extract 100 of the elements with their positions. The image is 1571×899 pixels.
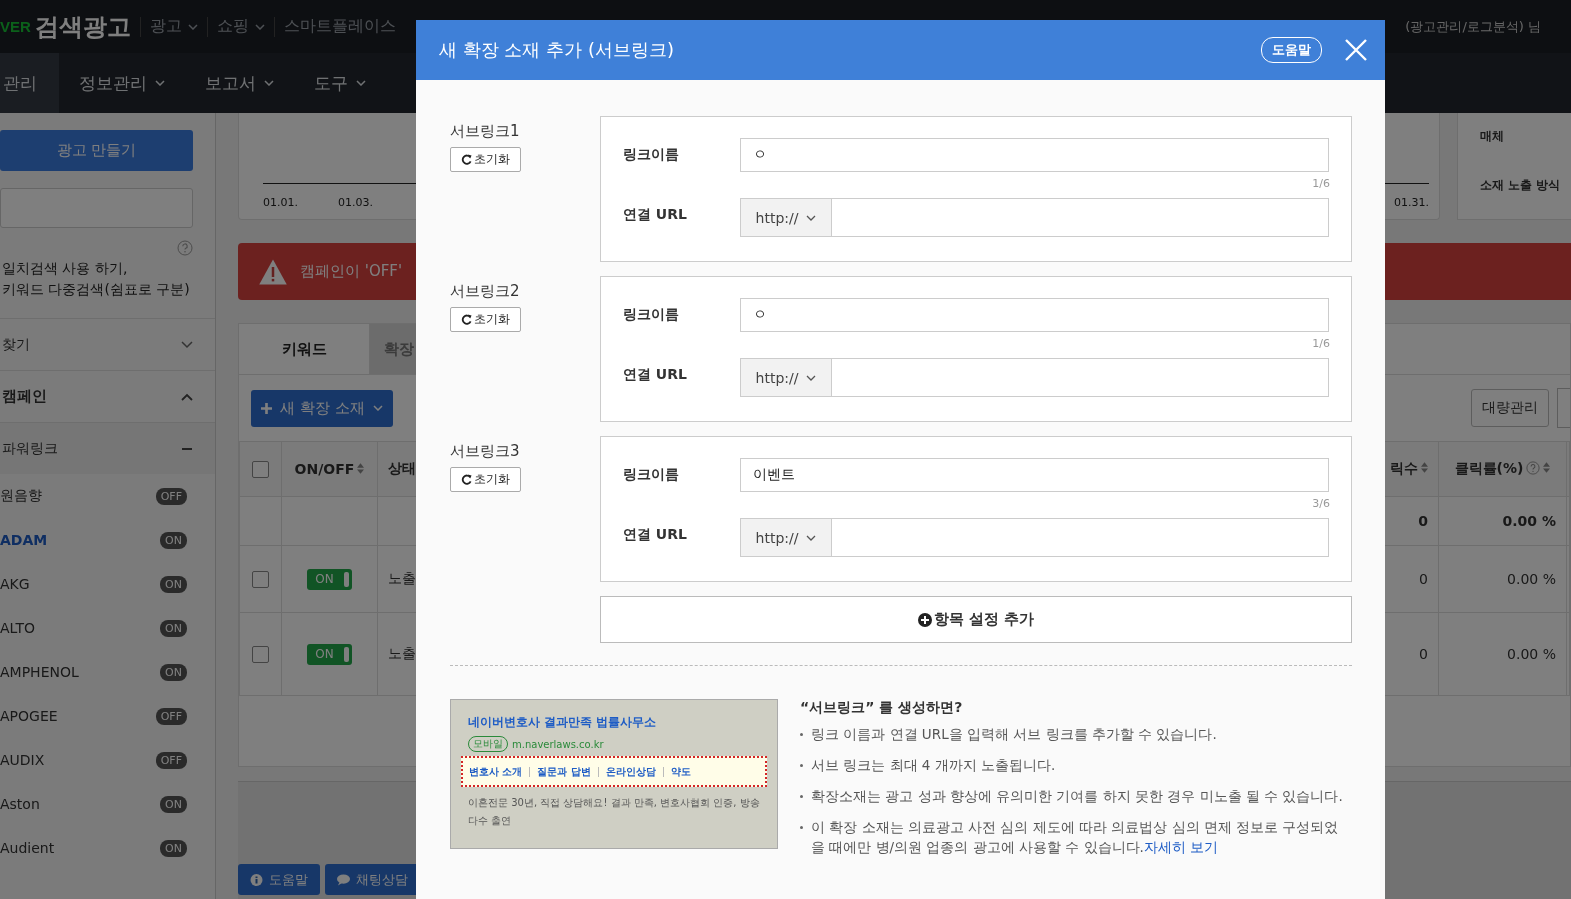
top-menu-item[interactable]: 스마트플레이스 [283,16,396,37]
help-title: “서브링크” 를 생성하면? [800,699,964,717]
campaign-item[interactable]: AMPHENOL ON [0,650,215,694]
character-counter: 1/6 [1312,337,1330,350]
warning-icon [258,257,288,286]
add-item-button[interactable]: 항목 설정 추가 [600,596,1352,643]
campaign-item[interactable]: Audient ON [0,826,215,870]
field-label: 링크이름 [623,305,680,324]
chevron-down-icon [806,534,817,541]
input-field[interactable]: ㅇ [740,138,1329,172]
chevron-down-icon [806,374,817,381]
new-extension-button[interactable]: 새 확장 소재 [251,389,393,427]
status-badge: ON [160,619,187,637]
bullet-dot [800,733,803,736]
chevron-down-icon [356,80,366,86]
protocol-dropdown[interactable]: http:// [740,358,831,397]
close-icon[interactable] [1344,38,1368,62]
on-off-toggle[interactable]: ON [307,568,352,590]
chevron-down-icon [372,405,383,411]
bulk-manage-button[interactable]: 대량관리 [1471,389,1549,427]
alert-text: 캠페인이 'OFF' [300,262,403,281]
campaign-group[interactable]: 파워링크 [0,422,215,474]
ad-description: 이혼전문 30년, 직접 상담해요! 결과 만족, 변호사협회 인증, 방송 다수 출연 [468,796,761,828]
chevron-down-icon [264,80,274,86]
reset-button[interactable]: 초기화 [450,307,521,332]
field-label: 연결 URL [623,525,688,544]
input-field[interactable]: ㅇ [740,298,1329,332]
search-hint: 일치검색 사용 하기, 키워드 다중검색(쉼표로 구분) [2,259,191,299]
on-off-toggle[interactable]: ON [307,643,352,665]
help-button[interactable]: 도움말 [238,864,320,895]
status-badge: OFF [155,487,187,505]
campaign-item[interactable]: ALTO ON [0,606,215,650]
input-field[interactable]: 이벤트 [740,458,1329,492]
reset-button[interactable]: 초기화 [450,147,521,172]
details-link[interactable]: 자세히 보기 [1143,839,1219,855]
nav-tab[interactable]: 관리 [0,53,59,113]
checkbox[interactable] [252,645,269,663]
help-text: 서브 링크는 최대 4 개까지 노출됩니다. [811,756,1056,775]
modal-title: 새 확장 소재 추가 (서브링크) [439,38,675,62]
find-row[interactable]: 찾기 [0,318,215,370]
help-button[interactable]: 도움말 [1261,37,1322,63]
campaign-item[interactable]: 원음향 OFF [0,474,215,518]
toolbar-button[interactable] [1557,388,1570,428]
url-input-field[interactable] [831,198,1329,237]
sublink-label: 서브링크2 [450,282,520,301]
sort-icon[interactable] [357,463,365,474]
table-cell: 0.00 % [1438,496,1567,546]
axis-tick-label: 01.31. [1394,196,1429,209]
table-cell: 0.00 % [1438,612,1567,696]
status-badge: OFF [155,707,187,725]
table-cell: 0.00 % [1438,545,1567,613]
field-label: 연결 URL [623,365,688,384]
plus-icon [261,402,272,414]
ad-url: m.naverlaws.co.kr [512,738,604,750]
column-header[interactable]: ON/OFF [281,441,378,497]
reset-button[interactable]: 초기화 [450,467,521,492]
bullet-dot [800,826,803,829]
campaign-item[interactable]: AKG ON [0,562,215,606]
status-badge: ON [160,839,187,857]
search-field[interactable] [0,188,193,228]
column-header[interactable]: 클릭률(%) [1438,441,1567,497]
axis-tick-label: 01.03. [338,196,373,209]
sublink-label: 서브링크1 [450,122,520,141]
character-counter: 1/6 [1312,177,1330,190]
campaign-item[interactable]: Aston ON [0,782,215,826]
sublink-label: 서브링크3 [450,442,520,461]
campaign-item[interactable]: ADAM ON [0,518,215,562]
checkbox[interactable] [252,460,269,478]
bullet-dot [800,764,803,767]
create-ad-button[interactable]: 광고 만들기 [0,130,193,171]
field-label: 링크이름 [623,145,680,164]
nav-tab[interactable]: 보고서 [185,53,294,113]
chevron-down-icon [806,214,817,221]
protocol-dropdown[interactable]: http:// [740,198,831,237]
campaign-item[interactable]: APOGEE OFF [0,694,215,738]
info-label: 매체 [1480,128,1505,145]
refresh-icon [461,154,472,165]
protocol-dropdown[interactable]: http:// [740,518,831,557]
sort-icon[interactable] [1421,462,1428,473]
chat-icon [337,873,350,886]
refresh-icon [461,474,472,485]
campaign-item[interactable]: AUDIX OFF [0,738,215,782]
sort-icon[interactable] [1543,462,1551,473]
character-counter: 3/6 [1312,497,1330,510]
nav-tab[interactable]: 정보관리 [59,53,185,113]
help-icon[interactable] [1526,461,1541,475]
top-menu-item[interactable]: 쇼핑 [216,16,265,37]
help-text: 이 확장 소재는 의료광고 사전 심의 제도에 따라 의료법상 심의 면제 정보로 구성되었을 때에만 병/의원 업종의 광고에 사용할 수 있습니다.자세히 보기 [811,818,1340,857]
url-input-field[interactable] [831,358,1329,397]
sublink-text: 온라인상담 [605,764,656,779]
status-badge: ON [160,663,187,681]
logo-mark[interactable]: VER [0,18,31,35]
top-menu-item[interactable]: 광고 [149,16,198,37]
account-name[interactable]: (광고관리/로그분석) 님 [1405,17,1541,36]
url-input-field[interactable] [831,518,1329,557]
logo-text[interactable]: 검색광고 [34,10,131,43]
nav-tab[interactable]: 도구 [294,53,386,113]
help-text: 링크 이름과 연결 URL을 입력해 서브 링크를 추가할 수 있습니다. [811,725,1217,744]
checkbox[interactable] [252,570,269,588]
help-icon[interactable] [177,240,193,256]
